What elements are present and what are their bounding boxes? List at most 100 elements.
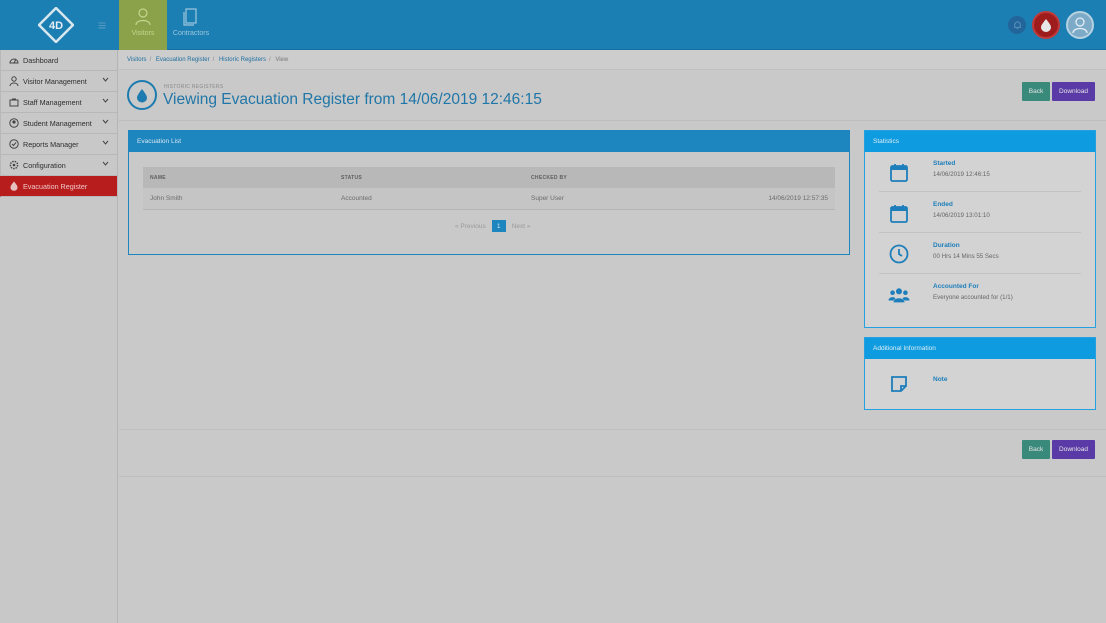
note-icon: [888, 373, 910, 395]
previous-page-button[interactable]: « Previous: [455, 223, 486, 230]
stat-accounted-for: Accounted For Everyone accounted for (1/…: [879, 275, 1081, 315]
sidebar-item-dashboard[interactable]: Dashboard: [0, 50, 117, 71]
cell-time: 14/06/2019 12:57:35: [768, 195, 828, 202]
stat-label: Ended: [933, 201, 953, 208]
footer-actions: Back Download: [119, 429, 1106, 477]
flame-icon: [1041, 19, 1051, 32]
note-label[interactable]: Note: [933, 376, 947, 383]
users-icon: [888, 284, 910, 306]
clock-icon: [888, 243, 910, 265]
stat-started: Started 14/06/2019 12:46:15: [879, 152, 1081, 192]
stat-duration: Duration 00 Hrs 14 Mins 55 Secs: [879, 234, 1081, 274]
table-header: NAME STATUS CHECKED BY: [143, 167, 835, 188]
table-row[interactable]: John Smith Accounted Super User 14/06/20…: [143, 188, 835, 210]
calendar-icon: [888, 161, 910, 183]
tab-visitors[interactable]: Visitors: [119, 0, 167, 50]
breadcrumb-link-visitors[interactable]: Visitors: [127, 57, 147, 63]
gear-icon: [9, 160, 19, 170]
gauge-icon: [9, 55, 19, 65]
panel-title: Statistics: [865, 131, 1095, 152]
document-icon: [183, 8, 197, 26]
stat-value: 14/06/2019 13:01:10: [933, 212, 990, 219]
download-button-bottom[interactable]: Download: [1052, 440, 1095, 459]
sidebar-item-label: Reports Manager: [23, 139, 79, 149]
breadcrumb: Visitors / Evacuation Register / Historic …: [119, 50, 1106, 70]
panel-title: Evacuation List: [129, 131, 849, 152]
column-header-status[interactable]: STATUS: [341, 175, 531, 181]
panel-title: Additional Information: [865, 338, 1095, 359]
reports-icon: [9, 139, 19, 149]
bell-icon: [1013, 21, 1021, 29]
statistics-panel: Statistics Started 14/06/2019 12:46:15 E…: [864, 130, 1096, 328]
statistics-body: Started 14/06/2019 12:46:15 Ended 14/06/…: [865, 152, 1095, 327]
page-icon: [127, 80, 157, 110]
sidebar-item-label: Evacuation Register: [23, 181, 88, 191]
sidebar-item-label: Visitor Management: [23, 76, 87, 86]
stat-value: Everyone accounted for (1/1): [933, 294, 1013, 301]
user-icon: [135, 8, 151, 26]
additional-information-body: Note: [865, 359, 1095, 409]
stat-label: Started: [933, 160, 956, 167]
flame-icon: [137, 88, 147, 102]
sidebar-item-label: Staff Management: [23, 97, 82, 107]
cell-status: Accounted: [341, 195, 372, 202]
page-1-button[interactable]: 1: [491, 220, 506, 232]
download-button[interactable]: Download: [1052, 82, 1095, 101]
next-page-button[interactable]: Next »: [512, 223, 531, 230]
evacuation-list-panel: Evacuation List NAME STATUS CHECKED BY J…: [128, 130, 850, 255]
stat-label: Duration: [933, 242, 960, 249]
column-header-checked-by[interactable]: CHECKED BY: [531, 175, 731, 181]
pagination: « Previous 1 Next »: [455, 220, 531, 232]
sidebar-item-visitor-management[interactable]: Visitor Management: [0, 71, 117, 92]
chevron-down-icon: [102, 98, 109, 103]
stat-value: 00 Hrs 14 Mins 55 Secs: [933, 253, 999, 260]
top-bar: 4D ≡ Visitors Contractors: [0, 0, 1106, 50]
sidebar-item-reports-manager[interactable]: Reports Manager: [0, 134, 117, 155]
breadcrumb-current: View: [275, 57, 289, 63]
back-button[interactable]: Back: [1022, 82, 1050, 101]
chevron-down-icon: [102, 119, 109, 124]
stat-label: Accounted For: [933, 283, 979, 290]
cell-checked-by: Super User: [531, 195, 564, 202]
page-subtitle: HISTORIC REGISTERS: [164, 84, 224, 90]
staff-icon: [9, 97, 19, 107]
tab-visitors-label: Visitors: [131, 30, 155, 37]
sidebar-item-configuration[interactable]: Configuration: [0, 155, 117, 176]
main-content: Visitors / Evacuation Register / Historic …: [119, 50, 1106, 623]
sidebar-item-evacuation-register[interactable]: Evacuation Register: [0, 176, 117, 197]
column-header-name[interactable]: NAME: [143, 175, 341, 181]
sidebar-item-staff-management[interactable]: Staff Management: [0, 92, 117, 113]
notifications-button[interactable]: [1008, 16, 1026, 34]
user-icon: [9, 76, 19, 86]
sidebar-item-label: Dashboard: [23, 55, 59, 65]
stat-value: 14/06/2019 12:46:15: [933, 171, 990, 178]
tab-contractors[interactable]: Contractors: [167, 0, 215, 50]
back-button-bottom[interactable]: Back: [1022, 440, 1050, 459]
flame-icon: [9, 181, 19, 191]
tab-contractors-label: Contractors: [172, 30, 210, 37]
sidebar-item-label: Student Management: [23, 118, 92, 128]
evacuation-table: NAME STATUS CHECKED BY John Smith Accoun…: [143, 167, 835, 210]
logo-area: 4D ≡: [0, 0, 118, 50]
breadcrumb-link-evacuation-register[interactable]: Evacuation Register: [156, 57, 210, 63]
cell-name: John Smith: [150, 195, 183, 202]
chevron-down-icon: [102, 140, 109, 145]
evacuation-alarm-button[interactable]: [1032, 11, 1060, 39]
logo[interactable]: 4D: [38, 7, 74, 43]
sidebar: Dashboard Visitor Management Staff Manag…: [0, 50, 118, 623]
stat-ended: Ended 14/06/2019 13:01:10: [879, 193, 1081, 233]
student-icon: [9, 118, 19, 128]
menu-toggle-icon[interactable]: ≡: [98, 18, 106, 32]
chevron-down-icon: [102, 161, 109, 166]
page-header: HISTORIC REGISTERS Viewing Evacuation Re…: [119, 71, 1106, 121]
page-title: Viewing Evacuation Register from 14/06/2…: [163, 91, 542, 108]
avatar-icon: [1072, 17, 1088, 34]
chevron-down-icon: [102, 77, 109, 82]
svg-text:4D: 4D: [49, 20, 63, 32]
additional-information-panel: Additional Information Note: [864, 337, 1096, 410]
user-avatar[interactable]: [1066, 11, 1094, 39]
sidebar-item-label: Configuration: [23, 160, 66, 170]
breadcrumb-link-historic-registers[interactable]: Historic Registers: [219, 57, 266, 63]
sidebar-item-student-management[interactable]: Student Management: [0, 113, 117, 134]
calendar-icon: [888, 202, 910, 224]
